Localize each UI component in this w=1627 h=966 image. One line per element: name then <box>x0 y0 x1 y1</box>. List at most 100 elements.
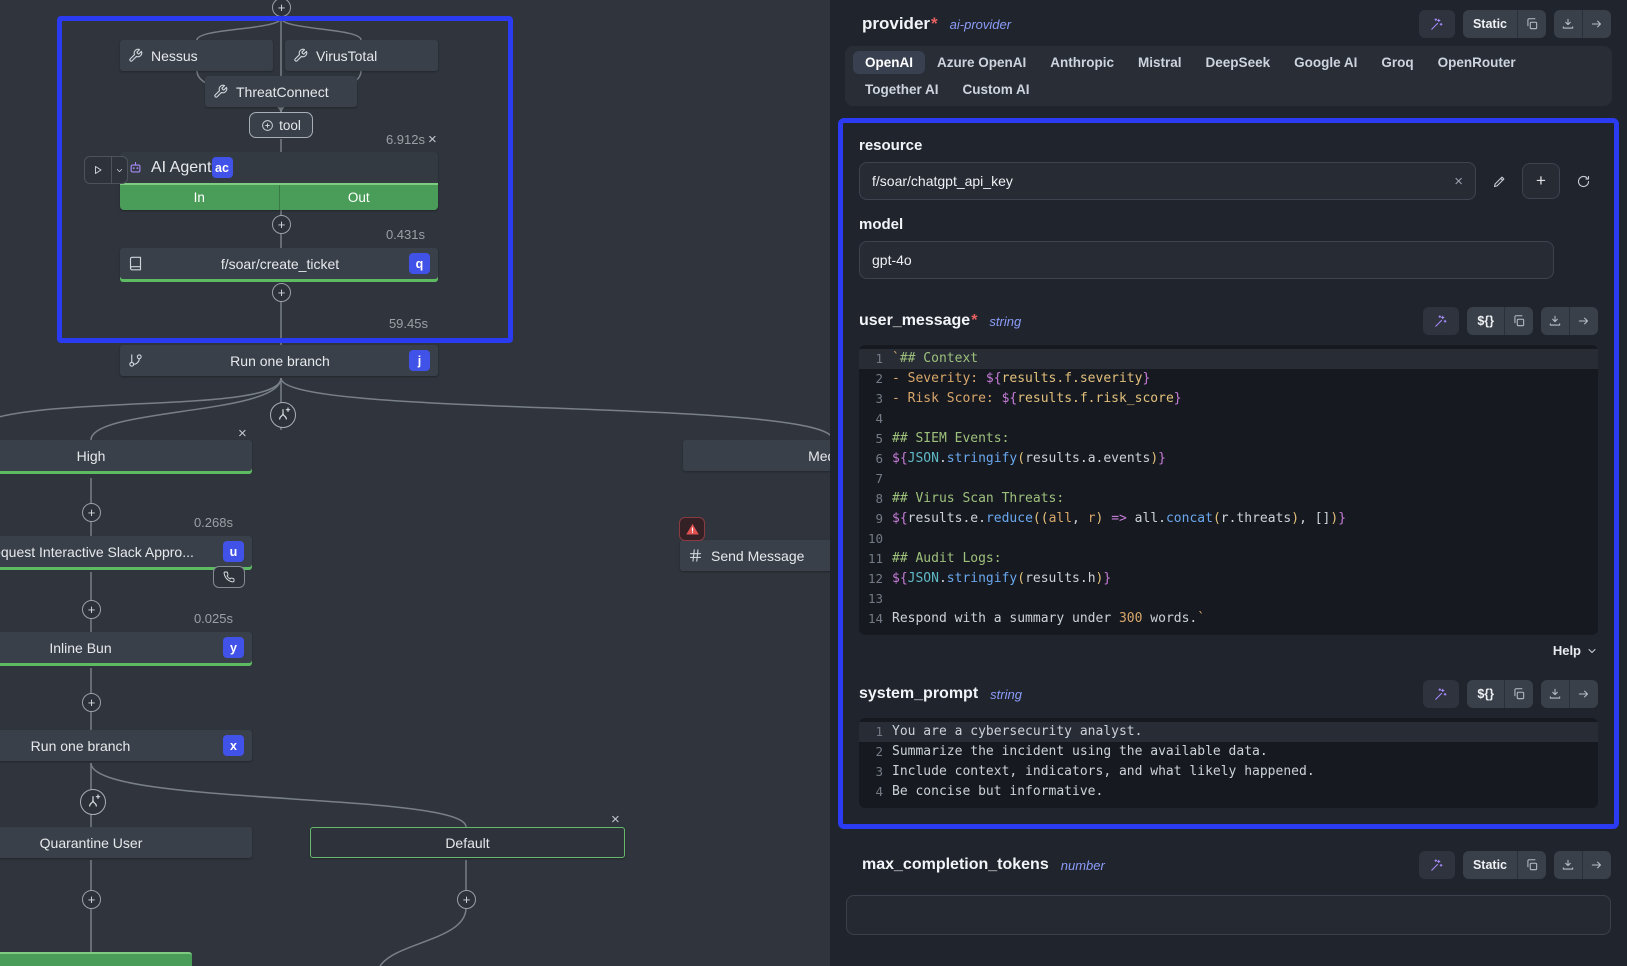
code-line[interactable]: 6${JSON.stringify(results.a.events)} <box>859 449 1598 469</box>
plus-connector-icon[interactable]: + <box>457 890 476 909</box>
download-icon[interactable] <box>1554 10 1582 38</box>
code-line[interactable]: 3Include context, indicators, and what l… <box>859 762 1598 782</box>
close-icon[interactable]: × <box>611 812 620 827</box>
expression-toggle[interactable]: ${} <box>1467 307 1533 335</box>
code-line[interactable]: 10 <box>859 529 1598 549</box>
node-label: Request Interactive Slack Appro... <box>0 544 223 560</box>
system-prompt-editor[interactable]: 1You are a cybersecurity analyst.2Summar… <box>859 718 1598 808</box>
node-send-message[interactable]: Send Message <box>680 540 830 571</box>
static-toggle[interactable]: Static <box>1463 10 1546 38</box>
plus-connector-icon[interactable]: + <box>272 283 291 302</box>
model-input[interactable]: gpt-4o <box>859 241 1554 279</box>
expression-wand-button[interactable] <box>1419 10 1455 38</box>
user-message-editor[interactable]: 1`## Context2- Severity: ${results.f.sev… <box>859 345 1598 635</box>
node-run-one-branch-1[interactable]: Run one branch j <box>120 345 438 376</box>
plus-connector-icon[interactable]: + <box>82 600 101 619</box>
code-line[interactable]: 5## SIEM Events: <box>859 429 1598 449</box>
plus-connector-icon[interactable]: + <box>82 503 101 522</box>
expression-wand-button[interactable] <box>1419 851 1455 879</box>
plus-connector-icon[interactable]: + <box>272 215 291 234</box>
node-ai-agent[interactable]: AI Agent ac In Out <box>120 152 438 210</box>
io-buttons[interactable] <box>1554 851 1611 879</box>
run-controls[interactable] <box>84 156 128 184</box>
io-buttons[interactable] <box>1554 10 1611 38</box>
expression-wand-button[interactable] <box>1423 680 1459 708</box>
resource-input[interactable]: f/soar/chatgpt_api_key × <box>859 162 1476 200</box>
code-line[interactable]: 2- Severity: ${results.f.severity} <box>859 369 1598 389</box>
resource-label: resource <box>859 137 1598 154</box>
branch-split-icon[interactable] <box>80 789 106 815</box>
tab-deepseek[interactable]: DeepSeek <box>1194 51 1283 74</box>
clear-icon[interactable]: × <box>1454 173 1463 190</box>
tab-groq[interactable]: Groq <box>1369 51 1425 74</box>
node-branch-default[interactable]: Default <box>310 827 625 858</box>
arrow-right-icon[interactable] <box>1582 851 1611 879</box>
io-in[interactable]: In <box>120 185 279 210</box>
plus-connector-icon[interactable]: + <box>82 890 101 909</box>
add-resource-button[interactable]: + <box>1522 163 1560 199</box>
download-icon[interactable] <box>1541 307 1569 335</box>
code-line[interactable]: 12${JSON.stringify(results.h)} <box>859 569 1598 589</box>
static-toggle[interactable]: Static <box>1463 851 1546 879</box>
arrow-right-icon[interactable] <box>1582 10 1611 38</box>
run-options-button[interactable] <box>111 157 127 183</box>
expression-wand-button[interactable] <box>1423 307 1459 335</box>
arrow-right-icon[interactable] <box>1569 680 1598 708</box>
close-icon[interactable]: × <box>238 426 247 441</box>
code-line[interactable]: 7 <box>859 469 1598 489</box>
error-chip[interactable] <box>679 517 705 541</box>
max-completion-tokens-input[interactable] <box>846 895 1611 935</box>
download-icon[interactable] <box>1554 851 1582 879</box>
workflow-canvas[interactable]: + + + + + + + + 6.912s × 0.431s 59.45s 0… <box>0 0 830 966</box>
node-create-ticket[interactable]: f/soar/create_ticket q <box>120 248 438 279</box>
code-line[interactable]: 9${results.e.reduce((all, r) => all.conc… <box>859 509 1598 529</box>
node-branch-high[interactable]: High <box>0 440 252 471</box>
help-toggle[interactable]: Help <box>859 643 1598 658</box>
tool-pill[interactable]: tool <box>249 112 313 138</box>
arrow-right-icon[interactable] <box>1569 307 1598 335</box>
refresh-button[interactable] <box>1568 166 1598 196</box>
io-buttons[interactable] <box>1541 307 1598 335</box>
tab-openrouter[interactable]: OpenRouter <box>1426 51 1528 74</box>
code-line[interactable]: 3- Risk Score: ${results.f.risk_score} <box>859 389 1598 409</box>
branch-split-icon[interactable] <box>270 402 296 428</box>
tab-anthropic[interactable]: Anthropic <box>1038 51 1126 74</box>
download-icon[interactable] <box>1541 680 1569 708</box>
node-inline-bun[interactable]: Inline Bun y <box>0 632 252 663</box>
io-buttons[interactable] <box>1541 680 1598 708</box>
code-line[interactable]: 11## Audit Logs: <box>859 549 1598 569</box>
node-run-one-branch-2[interactable]: Run one branch x <box>0 730 252 761</box>
code-line[interactable]: 14Respond with a summary under 300 words… <box>859 609 1598 629</box>
node-virustotal[interactable]: VirusTotal <box>285 40 438 71</box>
tab-google-ai[interactable]: Google AI <box>1282 51 1369 74</box>
code-line[interactable]: 1`## Context <box>859 349 1598 369</box>
node-nessus[interactable]: Nessus <box>120 40 273 71</box>
close-icon[interactable]: × <box>428 132 437 147</box>
code-line[interactable]: 8## Virus Scan Threats: <box>859 489 1598 509</box>
code-line[interactable]: 13 <box>859 589 1598 609</box>
code-line[interactable]: 4 <box>859 409 1598 429</box>
plus-connector-icon[interactable]: + <box>82 693 101 712</box>
node-slack-approval[interactable]: Request Interactive Slack Appro... u <box>0 536 252 567</box>
copy-icon[interactable] <box>1517 10 1546 38</box>
tab-together-ai[interactable]: Together AI <box>853 78 951 101</box>
node-threatconnect[interactable]: ThreatConnect <box>205 76 357 107</box>
tab-openai[interactable]: OpenAI <box>853 51 925 74</box>
user-message-field-header: user_message* string ${} <box>859 307 1598 335</box>
io-out[interactable]: Out <box>279 185 439 210</box>
copy-icon[interactable] <box>1517 851 1546 879</box>
tab-custom-ai[interactable]: Custom AI <box>951 78 1042 101</box>
edit-pencil-button[interactable] <box>1484 166 1514 196</box>
tab-azure-openai[interactable]: Azure OpenAI <box>925 51 1038 74</box>
copy-icon[interactable] <box>1504 307 1533 335</box>
expression-toggle[interactable]: ${} <box>1467 680 1533 708</box>
code-line[interactable]: 4Be concise but informative. <box>859 782 1598 802</box>
code-line[interactable]: 2Summarize the incident using the availa… <box>859 742 1598 762</box>
copy-icon[interactable] <box>1504 680 1533 708</box>
node-branch-medium[interactable]: Medium <box>683 440 830 471</box>
node-quarantine-user[interactable]: Quarantine User <box>0 827 252 858</box>
code-line[interactable]: 1You are a cybersecurity analyst. <box>859 722 1598 742</box>
play-button[interactable] <box>85 157 111 183</box>
tab-mistral[interactable]: Mistral <box>1126 51 1194 74</box>
phone-call-chip[interactable] <box>213 566 245 588</box>
